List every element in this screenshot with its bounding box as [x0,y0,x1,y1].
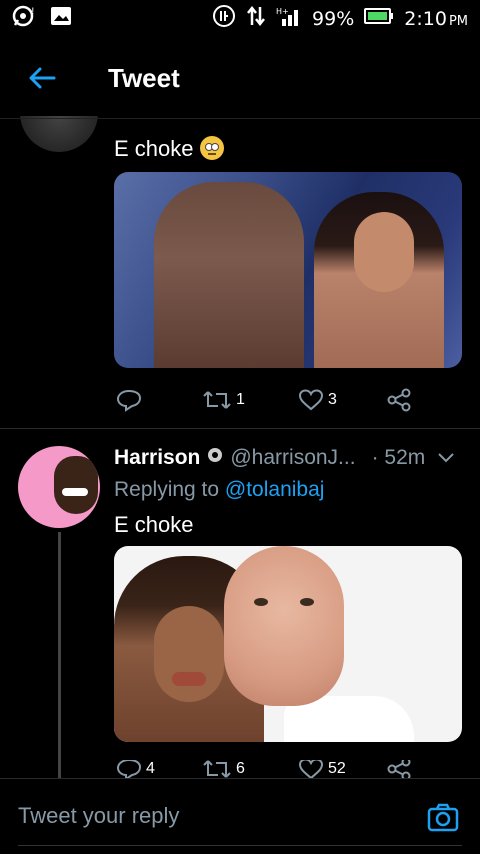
retweet-icon [203,760,231,778]
reply-input-underline [18,845,462,846]
reply-button[interactable] [116,388,142,412]
retweet-button[interactable]: 1 [202,388,245,412]
tweet-image[interactable] [114,172,462,368]
like-count: 52 [328,760,346,777]
replying-to: Replying to @tolanibaj [114,478,325,501]
retweet-count: 1 [236,391,245,408]
image-icon [50,6,72,32]
chevron-down-icon[interactable] [437,446,455,470]
whatsapp-icon: ! [12,5,36,33]
signal-icon: H+ [276,5,302,33]
clock: 2:10 PM [404,8,468,30]
tweet-text: E choke [114,512,194,537]
app-header: Tweet [0,40,480,116]
reply-composer: Tweet your reply [0,778,480,854]
header-divider [0,118,480,119]
like-count: 3 [328,391,337,408]
svg-text:!: ! [31,7,35,17]
reply-input[interactable]: Tweet your reply [18,803,179,829]
camera-button[interactable] [426,801,460,835]
reply-count: 4 [146,760,155,777]
camera-icon [427,803,459,832]
back-button[interactable] [0,40,84,116]
mention-link[interactable]: @tolanibaj [225,478,325,501]
rolling-eyes-emoji-icon [199,136,224,160]
back-arrow-icon [29,67,56,89]
battery-percent: 99% [312,8,355,30]
retweet-icon [203,391,231,409]
share-button[interactable] [386,388,412,412]
heart-icon [298,389,324,411]
svg-text:H+: H+ [276,7,289,16]
share-icon [387,760,411,778]
tweet-divider [0,428,480,429]
display-name[interactable]: Harrison [114,446,200,470]
reply-icon [116,760,142,778]
gear-icon [206,446,224,470]
thread-line [58,532,61,778]
reply-button[interactable]: 4 [116,760,155,778]
battery-icon [364,7,394,31]
tweet-text: E choke [114,136,224,162]
retweet-count: 6 [236,760,245,777]
retweet-button[interactable]: 6 [202,760,245,778]
sim-swap-icon [246,5,266,33]
like-button[interactable]: 52 [298,760,346,778]
page-title: Tweet [108,62,180,93]
tweet-author-row: Harrison @harrisonJ... · 52m [114,444,464,472]
heart-icon [298,760,324,778]
share-icon [387,388,411,412]
avatar[interactable] [18,446,100,528]
user-handle[interactable]: @harrisonJ... [230,446,355,470]
reply-icon [116,389,142,412]
data-saver-icon [212,4,236,34]
tweet-image[interactable] [114,546,462,742]
tweet-time: · 52m [371,446,426,469]
share-button[interactable] [386,760,412,778]
status-bar: ! H+ 99% 2:10 PM [0,0,480,38]
like-button[interactable]: 3 [298,388,337,412]
